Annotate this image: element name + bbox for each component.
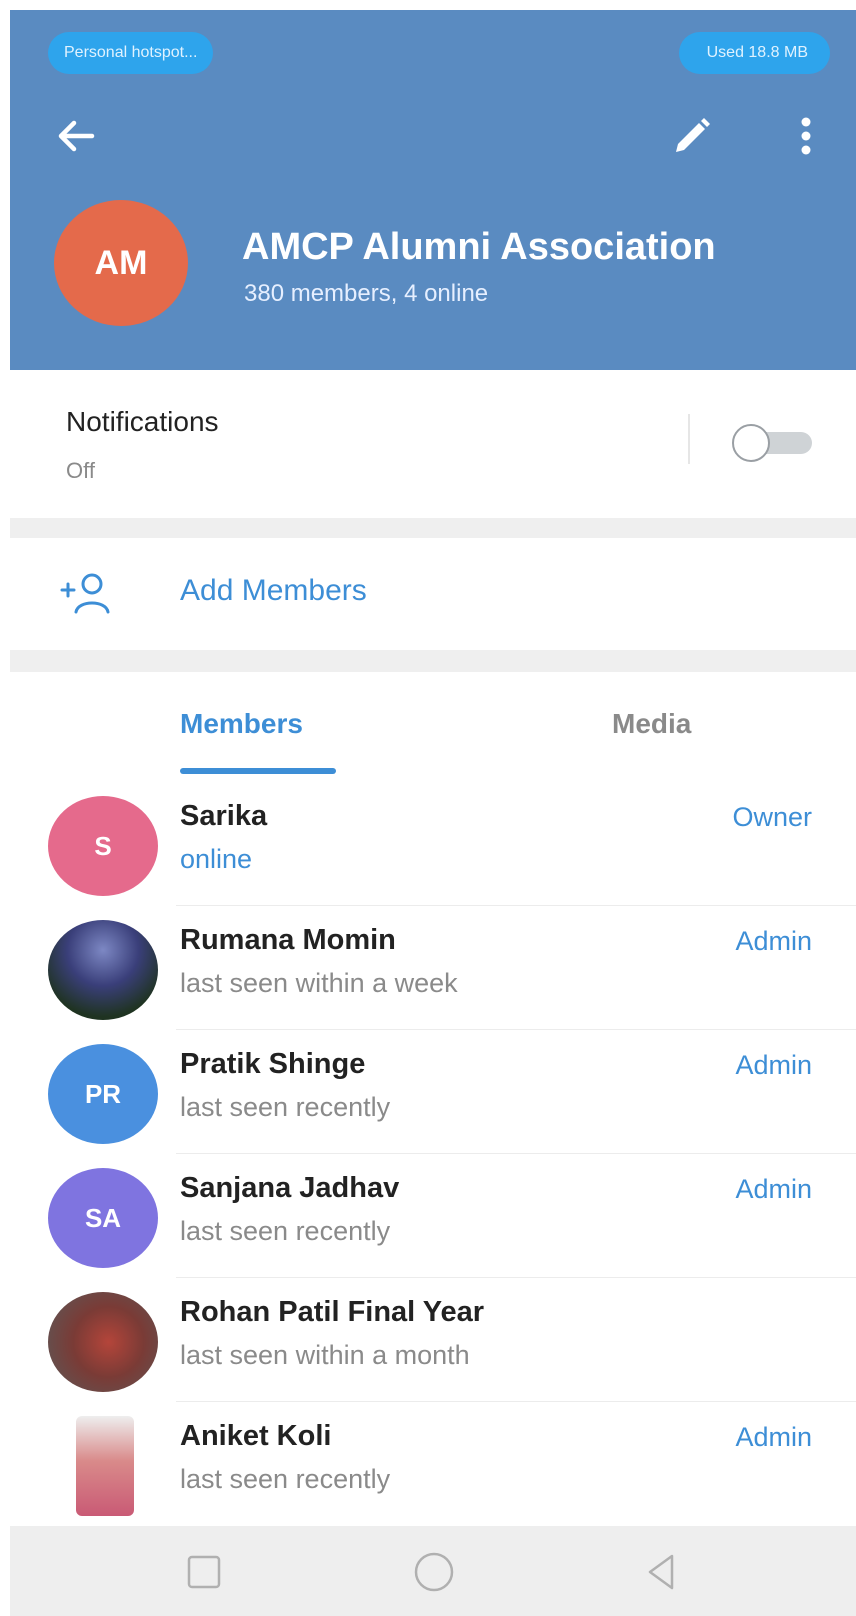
member-role: Owner (732, 802, 812, 832)
circle-icon (414, 1552, 454, 1592)
hotspot-indicator[interactable]: Personal hotspot... (48, 32, 214, 74)
add-members-label: Add Members (180, 574, 367, 607)
member-status: last seen recently (180, 1464, 391, 1494)
notifications-status: Off (66, 458, 95, 483)
toggle-thumb (732, 424, 770, 462)
members-list: S Sarika online Owner Rumana Momin last … (10, 782, 856, 1526)
active-tab-indicator (180, 768, 336, 774)
member-name: Pratik Shinge (180, 1048, 366, 1080)
member-status: last seen recently (180, 1216, 391, 1246)
tab-media[interactable]: Media (612, 708, 691, 740)
notifications-row[interactable]: Notifications Off (10, 370, 856, 518)
recent-apps-button[interactable] (176, 1544, 232, 1600)
member-role: Admin (735, 1422, 812, 1452)
more-vertical-icon (801, 117, 811, 155)
group-title: AMCP Alumni Association (242, 226, 716, 268)
add-user-icon (60, 573, 110, 614)
member-row[interactable]: SA Sanjana Jadhav last seen recently Adm… (10, 1154, 856, 1278)
more-options-button[interactable] (788, 110, 824, 162)
member-name: Sarika (180, 800, 268, 832)
member-avatar: PR (48, 1044, 158, 1144)
member-row[interactable]: S Sarika online Owner (10, 782, 856, 906)
home-button[interactable] (406, 1544, 462, 1600)
data-usage-indicator: Used 18.8 MB (678, 32, 830, 74)
back-nav-button[interactable] (634, 1544, 690, 1600)
divider (688, 414, 690, 464)
back-arrow-icon (58, 120, 95, 152)
member-avatar-photo (48, 920, 158, 1020)
section-gap (10, 650, 856, 672)
member-row[interactable]: Aniket Koli last seen recently Admin (10, 1402, 856, 1526)
notifications-label: Notifications (66, 406, 219, 437)
tab-bar: Members Media (10, 672, 856, 780)
member-role: Admin (735, 1174, 812, 1204)
square-icon (187, 1555, 221, 1589)
member-row[interactable]: PR Pratik Shinge last seen recently Admi… (10, 1030, 856, 1154)
member-role: Admin (735, 1050, 812, 1080)
edit-button[interactable] (666, 110, 718, 162)
group-avatar[interactable]: AM (54, 200, 188, 326)
section-gap (10, 518, 856, 538)
notifications-toggle[interactable] (732, 424, 816, 462)
group-member-count: 380 members, 4 online (244, 280, 489, 307)
member-row[interactable]: Rumana Momin last seen within a week Adm… (10, 906, 856, 1030)
member-avatar: SA (48, 1168, 158, 1268)
member-avatar-photo (76, 1416, 134, 1516)
tab-members[interactable]: Members (180, 708, 303, 740)
edit-pencil-icon (676, 118, 710, 152)
member-name: Aniket Koli (180, 1420, 332, 1452)
member-row[interactable]: Rohan Patil Final Year last seen within … (10, 1278, 856, 1402)
triangle-back-icon (648, 1554, 674, 1590)
add-members-button[interactable]: Add Members (10, 538, 856, 650)
member-avatar: S (48, 796, 158, 896)
group-header: Personal hotspot... Used 18.8 MB AM AMCP… (10, 10, 856, 370)
member-avatar-photo (48, 1292, 158, 1392)
member-name: Rohan Patil Final Year (180, 1296, 485, 1328)
member-status: last seen recently (180, 1092, 391, 1122)
system-navigation-bar (10, 1526, 856, 1616)
member-name: Sanjana Jadhav (180, 1172, 400, 1204)
member-status: last seen within a week (180, 968, 458, 998)
member-status: online (180, 844, 253, 874)
back-button[interactable] (48, 108, 104, 164)
member-role: Admin (735, 926, 812, 956)
member-status: last seen within a month (180, 1340, 470, 1370)
member-name: Rumana Momin (180, 924, 396, 956)
